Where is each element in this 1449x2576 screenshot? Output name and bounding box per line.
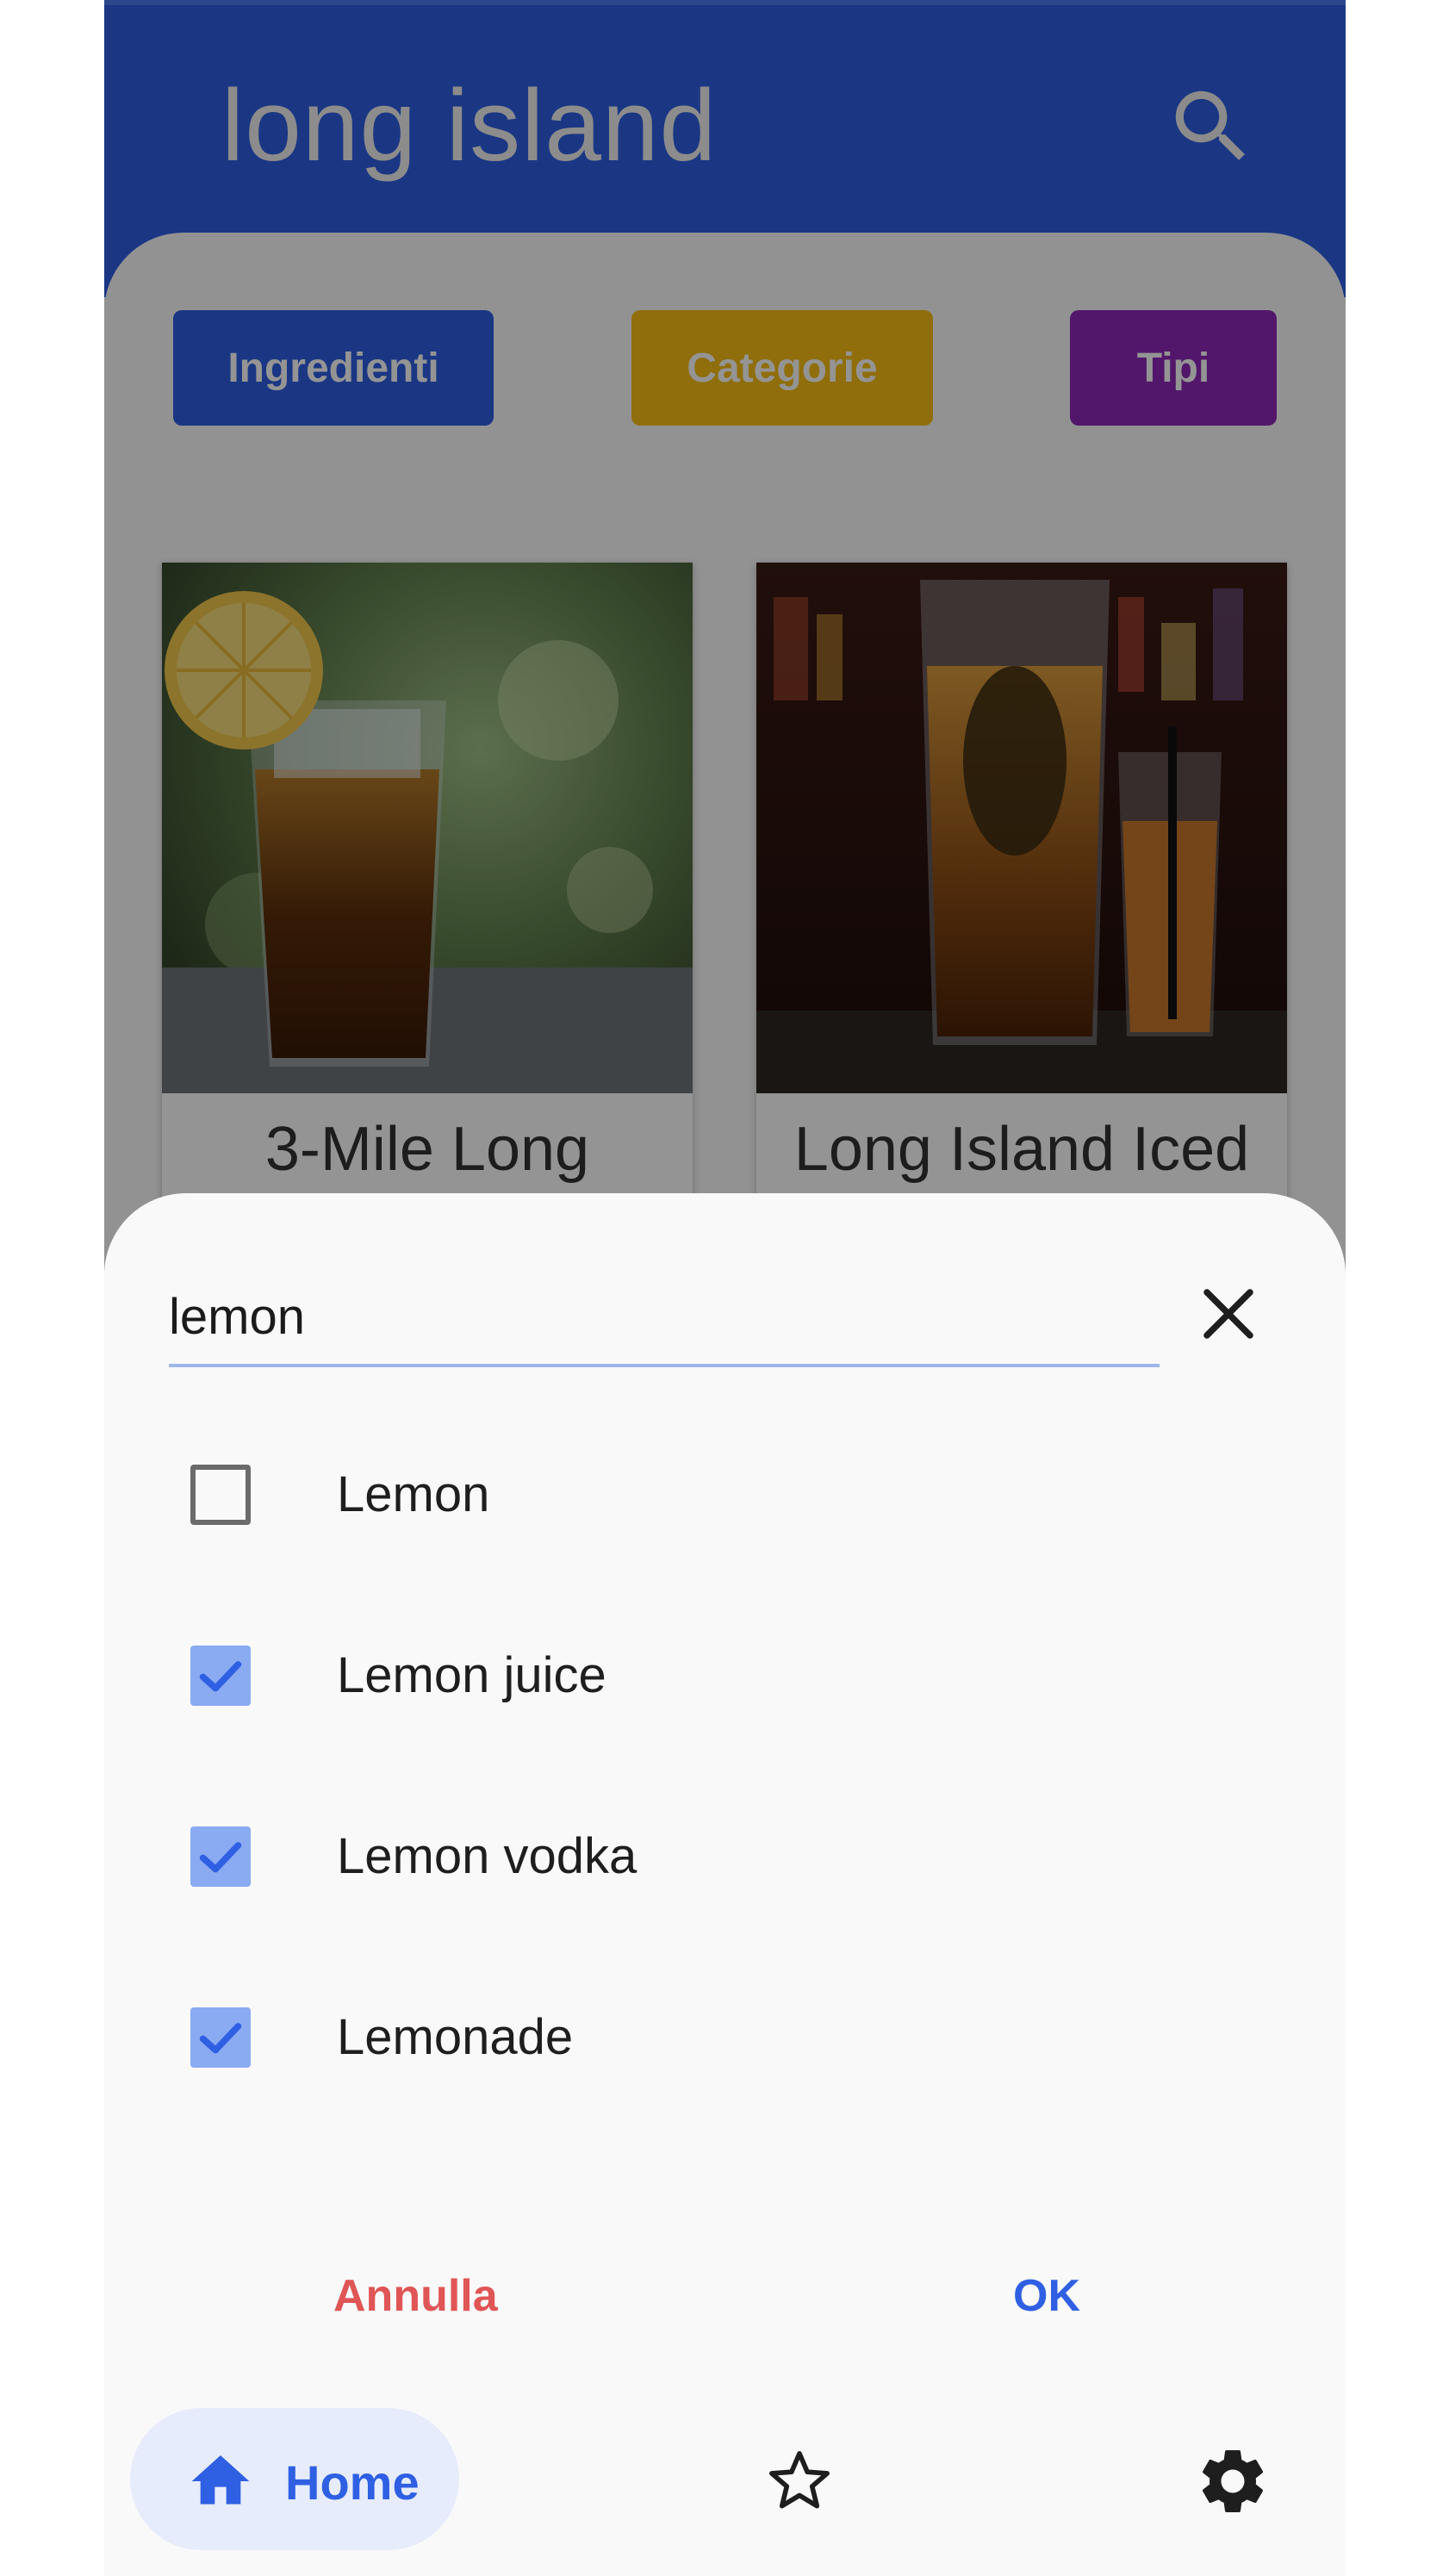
checkbox-checked[interactable] <box>190 1646 251 1706</box>
cancel-button[interactable]: Annulla <box>316 2262 515 2330</box>
ingredient-option-label: Lemon vodka <box>337 1828 637 1884</box>
ingredient-option[interactable]: Lemon juice <box>104 1611 1346 1749</box>
ingredient-option-label: Lemon <box>337 1466 490 1522</box>
ingredient-filter-sheet: Lemon Lemon juice Lemon vodka <box>104 1193 1346 2576</box>
ingredient-option[interactable]: Lemonade <box>104 1973 1346 2111</box>
gear-icon[interactable] <box>1194 2442 1272 2520</box>
checkbox[interactable] <box>190 1465 251 1525</box>
close-icon[interactable] <box>1185 1271 1272 1357</box>
ingredient-search-input[interactable] <box>169 1269 1160 1367</box>
nav-home-label: Home <box>285 2455 420 2510</box>
ingredient-option[interactable]: Lemon <box>104 1430 1346 1568</box>
nav-home-button[interactable]: Home <box>130 2408 459 2550</box>
home-icon <box>186 2447 255 2516</box>
checkbox-checked[interactable] <box>190 2007 251 2068</box>
bottom-navigation-bar: Home <box>104 2395 1346 2576</box>
checkbox-checked[interactable] <box>190 1826 251 1887</box>
ingredient-option-label: Lemon juice <box>337 1647 606 1703</box>
ingredient-option[interactable]: Lemon vodka <box>104 1792 1346 1930</box>
app-screen: long island Ingredienti Categorie Tipi 3… <box>104 0 1346 2576</box>
ingredient-option-label: Lemonade <box>337 2009 574 2065</box>
star-icon[interactable] <box>763 2445 836 2517</box>
ok-button[interactable]: OK <box>996 2262 1098 2330</box>
